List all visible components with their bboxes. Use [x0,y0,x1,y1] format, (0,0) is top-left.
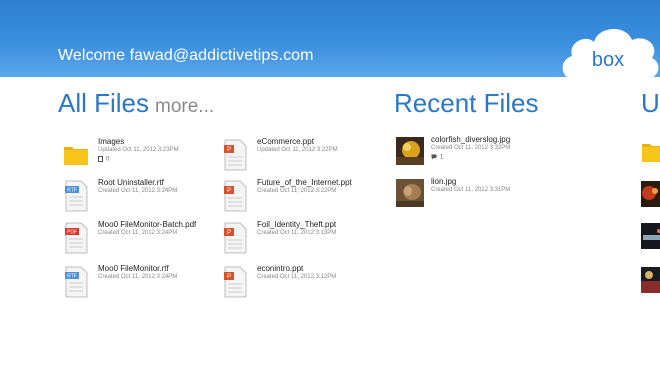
ppt-file-icon: P [224,266,247,298]
list-item[interactable]: RTF Root Uninstaller.rtf Created Oct 11,… [63,178,213,214]
file-meta: Created Oct 11, 2012 3:13PM [257,230,337,236]
ppt-file-icon: P [224,222,247,254]
svg-text:P: P [227,230,231,236]
list-item[interactable]: lion.jpg Created Oct 11, 2012 3:31PM [396,177,566,213]
svg-text:P: P [227,188,231,194]
folder-icon [64,147,88,165]
list-item[interactable]: P econintro.ppt Created Oct 11, 2012 3:1… [222,264,372,300]
list-item[interactable]: Images Updated Oct 11, 2012 3:23PM 0 [63,137,213,173]
file-meta: Created Oct 11, 2012 3:24PM [98,188,178,194]
list-item[interactable]: P Future_of_the_Internet.ppt Created Oct… [222,178,372,214]
ppt-file-icon: P [224,180,247,212]
file-meta: Updated Oct 11, 2012 3:23PM [98,147,179,153]
more-link[interactable]: more... [155,96,214,117]
list-item[interactable]: P eCommerce.ppt Updated Oct 11, 2012 3:2… [222,137,372,173]
file-name: eCommerce.ppt [257,137,314,146]
list-item[interactable]: RTF Moo0 FileMonitor.rtf Created Oct 11,… [63,264,213,300]
file-meta: Created Oct 11, 2012 3:12PM [257,274,337,280]
file-meta: Created Oct 11, 2012 3:24PM [98,274,178,280]
pdf-file-icon: PDF [65,222,88,254]
file-name: Foil_Identity_Theft.ppt [257,220,337,229]
image-thumbnail-icon[interactable] [641,223,660,249]
file-meta: Updated Oct 11, 2012 3:22PM [257,147,338,153]
image-thumbnail-icon [396,137,424,165]
header-banner: Welcome fawad@addictivetips.com box [0,0,660,80]
svg-text:PDF: PDF [67,230,77,236]
file-meta: Created Oct 11, 2012 3:31PM [431,187,511,193]
file-count: 0 [98,156,109,163]
file-meta: Created Oct 11, 2012 3:24PM [98,230,178,236]
file-name: lion.jpg [431,177,457,186]
svg-text:P: P [227,147,231,153]
file-name: Moo0 FileMonitor-Batch.pdf [98,220,197,229]
rtf-file-icon: RTF [65,266,88,298]
comment-icon [431,154,437,160]
ppt-file-icon: P [224,139,247,171]
image-thumbnail-icon [396,179,424,207]
svg-text:RTF: RTF [67,188,77,194]
box-logo-text: box [592,49,624,71]
third-section-title[interactable]: U [641,88,660,119]
file-name: Future_of_the_Internet.ppt [257,178,352,187]
file-name: econintro.ppt [257,264,304,273]
list-item[interactable]: PDF Moo0 FileMonitor-Batch.pdf Created O… [63,220,213,256]
image-thumbnail-icon[interactable] [641,181,660,207]
list-item[interactable]: P Foil_Identity_Theft.ppt Created Oct 11… [222,220,372,256]
recent-files-title[interactable]: Recent Files [394,88,539,119]
file-name: Images [98,137,125,146]
svg-text:P: P [227,274,231,280]
all-files-label: All Files [58,88,150,118]
folder-icon[interactable] [641,140,660,166]
welcome-text: Welcome fawad@addictivetips.com [58,47,314,64]
image-thumbnail-icon[interactable] [641,267,660,293]
rtf-file-icon: RTF [65,180,88,212]
svg-text:RTF: RTF [67,274,77,280]
file-count-icon [98,156,103,162]
box-logo-icon[interactable]: box [556,22,660,82]
file-meta: Created Oct 11, 2012 3:22PM [257,188,337,194]
file-name: Root Uninstaller.rtf [98,178,164,187]
file-meta: Created Oct 11, 2012 3:32PM [431,145,511,151]
file-name: colorfish_diverslog.jpg [431,135,511,144]
all-files-title[interactable]: All Files more... [58,88,214,119]
comment-count: 1 [431,154,443,161]
list-item[interactable]: colorfish_diverslog.jpg Created Oct 11, … [396,135,566,171]
file-name: Moo0 FileMonitor.rtf [98,264,169,273]
